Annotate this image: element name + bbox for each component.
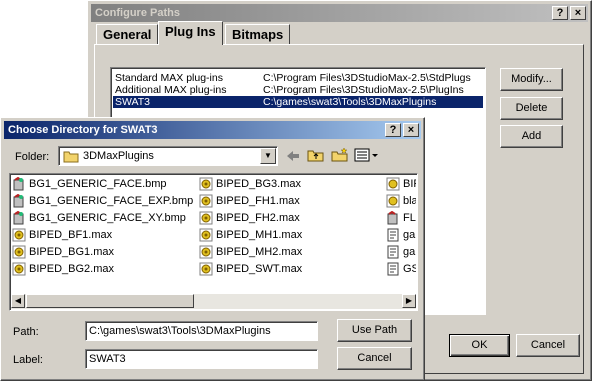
max-file-icon: [199, 177, 213, 191]
bmp-file-icon: [13, 194, 24, 208]
list-item-selected[interactable]: SWAT3 C:\games\swat3\Tools\3DMaxPlugins: [113, 96, 483, 108]
help-button[interactable]: ?: [552, 6, 568, 20]
folder-dropdown[interactable]: 3DMaxPlugins ▼: [58, 146, 278, 166]
configure-paths-titlebar[interactable]: Configure Paths ? ×: [91, 4, 588, 22]
max-file-icon: [386, 194, 400, 208]
folder-label: Folder:: [15, 151, 50, 163]
max-file-icon: [199, 228, 213, 242]
bmp-file-icon: [13, 177, 24, 191]
delete-button[interactable]: Delete: [500, 97, 563, 120]
list-item[interactable]: Standard MAX plug-ins C:\Program Files\3…: [113, 72, 483, 84]
folder-value: 3DMaxPlugins: [83, 150, 154, 162]
doc-file-icon: [387, 245, 399, 259]
label-field[interactable]: SWAT3: [85, 349, 318, 369]
scroll-left-icon[interactable]: ◀: [11, 294, 25, 308]
choose-directory-title: Choose Directory for SWAT3: [8, 124, 158, 136]
path-field[interactable]: C:\games\swat3\Tools\3DMaxPlugins: [85, 321, 318, 341]
doc-file-icon: [387, 228, 399, 242]
path-label: Path:: [13, 326, 39, 338]
tab-general[interactable]: General: [96, 24, 159, 44]
list-item[interactable]: Additional MAX plug-ins C:\Program Files…: [113, 84, 483, 96]
ok-button[interactable]: OK: [449, 334, 510, 357]
file-column-3: BIP bla FLC gar gar GSI: [386, 174, 416, 294]
chevron-down-icon[interactable]: ▼: [260, 148, 276, 164]
back-arrow-icon[interactable]: [285, 148, 301, 164]
max-file-icon: [386, 177, 400, 191]
max-file-icon: [199, 211, 213, 225]
file-list[interactable]: BG1_GENERIC_FACE.bmp BG1_GENERIC_FACE_EX…: [9, 173, 418, 311]
choose-directory-titlebar[interactable]: Choose Directory for SWAT3 ? ×: [4, 121, 421, 139]
tab-bitmaps[interactable]: Bitmaps: [225, 24, 291, 44]
configure-paths-title: Configure Paths: [95, 7, 180, 19]
max-file-icon: [199, 262, 213, 276]
view-menu-icon[interactable]: [354, 148, 378, 164]
close-button[interactable]: ×: [403, 123, 419, 137]
close-button[interactable]: ×: [570, 6, 586, 20]
doc-file-icon: [387, 262, 399, 276]
choose-directory-dialog: Choose Directory for SWAT3 ? × Folder: 3…: [0, 117, 425, 381]
max-file-icon: [199, 194, 213, 208]
max-file-icon: [199, 245, 213, 259]
horizontal-scrollbar[interactable]: ◀ ▶: [11, 294, 416, 309]
max-file-icon: [12, 228, 26, 242]
up-folder-icon[interactable]: [307, 147, 325, 163]
max-file-icon: [12, 245, 26, 259]
cancel-button[interactable]: Cancel: [337, 347, 412, 370]
folder-icon: [63, 151, 79, 163]
scrollbar-thumb[interactable]: [26, 294, 194, 308]
bmp-file-icon: [13, 211, 24, 225]
add-button[interactable]: Add: [500, 125, 563, 148]
new-folder-icon[interactable]: [331, 147, 349, 163]
use-path-button[interactable]: Use Path: [337, 319, 412, 342]
tab-plug-ins[interactable]: Plug Ins: [158, 21, 223, 45]
cancel-button[interactable]: Cancel: [516, 334, 580, 357]
help-button[interactable]: ?: [385, 123, 401, 137]
scroll-right-icon[interactable]: ▶: [402, 294, 416, 308]
label-label: Label:: [13, 354, 43, 366]
modify-button[interactable]: Modify...: [500, 68, 563, 91]
bmp-file-icon: [387, 211, 398, 225]
max-file-icon: [12, 262, 26, 276]
